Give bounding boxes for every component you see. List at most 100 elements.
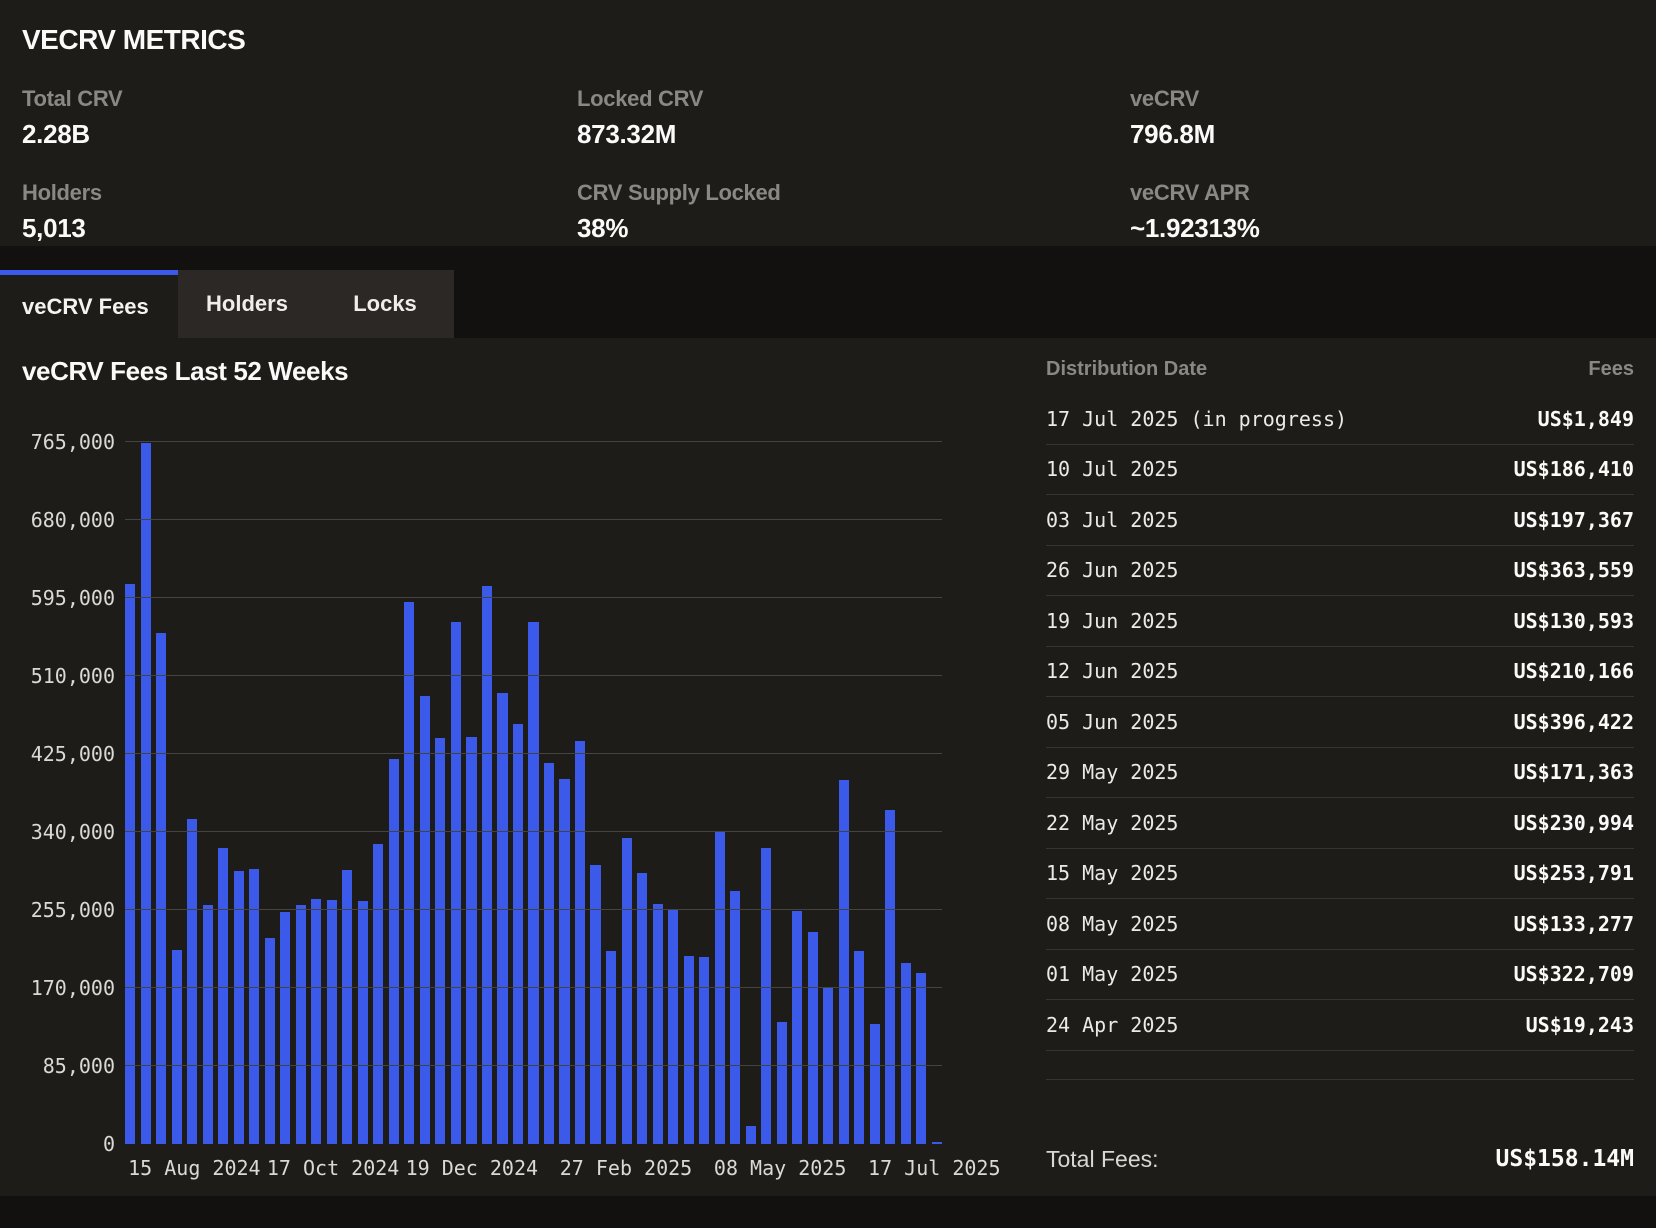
- metric-label: veCRV: [1130, 86, 1634, 112]
- table-row: 01 May 2025US$322,709: [1046, 950, 1634, 1001]
- table-row: 10 Jul 2025US$186,410: [1046, 445, 1634, 496]
- fees-bar-chart: 765,000680,000595,000510,000425,000340,0…: [22, 442, 1008, 1144]
- y-tick-label: 680,000: [31, 508, 115, 532]
- metric-value: 5,013: [22, 213, 577, 244]
- tab-holders[interactable]: Holders: [178, 270, 316, 338]
- gridline: [125, 909, 942, 910]
- footer-strip: [0, 1196, 1656, 1228]
- fee-bar[interactable]: [172, 950, 182, 1144]
- table-row: 17 Jul 2025 (in progress)US$1,849: [1046, 394, 1634, 445]
- distribution-date-cell: 01 May 2025: [1046, 962, 1178, 986]
- fee-bar[interactable]: [265, 938, 275, 1144]
- distribution-date-cell: 26 Jun 2025: [1046, 558, 1178, 582]
- metric-value: 873.32M: [577, 119, 1130, 150]
- gridline: [125, 441, 942, 442]
- metric-value: ~1.92313%: [1130, 213, 1634, 244]
- fee-bar[interactable]: [389, 759, 399, 1144]
- fee-bar[interactable]: [203, 905, 213, 1145]
- tab-locks[interactable]: Locks: [316, 270, 454, 338]
- fee-bar[interactable]: [901, 963, 911, 1144]
- fee-bar[interactable]: [187, 819, 197, 1144]
- fee-bar[interactable]: [730, 891, 740, 1144]
- fee-bar[interactable]: [746, 1126, 756, 1144]
- fee-bar[interactable]: [590, 865, 600, 1144]
- fee-value-cell: US$19,243: [1526, 1013, 1634, 1037]
- fee-bar[interactable]: [296, 905, 306, 1145]
- fee-bar[interactable]: [358, 901, 368, 1144]
- fee-bar[interactable]: [637, 873, 647, 1144]
- fee-bar[interactable]: [249, 869, 259, 1144]
- plot-area: [125, 442, 942, 1144]
- fee-bar[interactable]: [544, 763, 554, 1144]
- distribution-date-cell: 24 Apr 2025: [1046, 1013, 1178, 1037]
- tab-group: Holders Locks: [178, 270, 454, 338]
- gridline: [125, 753, 942, 754]
- y-tick-label: 510,000: [31, 664, 115, 688]
- column-header-distribution-date: Distribution Date: [1046, 358, 1207, 381]
- fee-bar[interactable]: [606, 951, 616, 1144]
- distribution-date-cell: 08 May 2025: [1046, 912, 1178, 936]
- fee-bar[interactable]: [482, 586, 492, 1144]
- fee-bar[interactable]: [622, 838, 632, 1144]
- fee-bar[interactable]: [668, 909, 678, 1144]
- x-tick-label: 15 Aug 2024: [128, 1156, 260, 1180]
- page-title: VECRV METRICS: [22, 24, 1634, 56]
- fee-bar[interactable]: [854, 951, 864, 1144]
- fee-bar[interactable]: [839, 780, 849, 1144]
- y-tick-label: 0: [103, 1132, 115, 1156]
- tabbar: veCRV Fees Holders Locks: [0, 246, 1656, 338]
- fee-bar[interactable]: [420, 696, 430, 1144]
- gridline: [125, 1065, 942, 1066]
- fee-bar[interactable]: [777, 1022, 787, 1144]
- fee-bar[interactable]: [327, 900, 337, 1144]
- distribution-date-cell: 05 Jun 2025: [1046, 710, 1178, 734]
- fee-bar[interactable]: [435, 738, 445, 1144]
- metric-label: Total CRV: [22, 86, 577, 112]
- metric-value: 38%: [577, 213, 1130, 244]
- fee-bar[interactable]: [792, 911, 802, 1144]
- fee-bar[interactable]: [373, 844, 383, 1144]
- fee-bar[interactable]: [280, 912, 290, 1144]
- fee-bar[interactable]: [311, 899, 321, 1144]
- fee-bar[interactable]: [342, 870, 352, 1144]
- chart-section: veCRV Fees Last 52 Weeks 765,000680,0005…: [0, 338, 1008, 1196]
- fee-bar[interactable]: [699, 957, 709, 1144]
- x-tick-label: 17 Jul 2025: [868, 1156, 1000, 1180]
- fee-bar[interactable]: [234, 871, 244, 1144]
- table-row: 26 Jun 2025 US$363,559: [1046, 546, 1634, 597]
- fee-bar[interactable]: [808, 932, 818, 1144]
- x-tick-label: 17 Oct 2024: [267, 1156, 399, 1180]
- metric-total-crv: Total CRV 2.28B: [22, 86, 577, 150]
- fee-value-cell: US$1,849: [1538, 407, 1634, 431]
- fee-bar[interactable]: [125, 584, 135, 1144]
- fee-bar[interactable]: [218, 848, 228, 1144]
- fee-bar[interactable]: [466, 737, 476, 1144]
- tab-vecrv-fees[interactable]: veCRV Fees: [0, 270, 178, 338]
- fee-bar[interactable]: [870, 1024, 880, 1144]
- fee-value-cell: US$253,791: [1514, 861, 1634, 885]
- fee-bar[interactable]: [885, 810, 895, 1144]
- fee-bar[interactable]: [497, 693, 507, 1144]
- fee-bar[interactable]: [156, 633, 166, 1144]
- fee-value-cell: US$171,363: [1514, 760, 1634, 784]
- fees-panel: Distribution Date Fees 17 Jul 2025 (in p…: [1046, 338, 1656, 1196]
- gridline: [125, 675, 942, 676]
- fee-value-cell: US$197,367: [1514, 508, 1634, 532]
- distribution-date-cell: 12 Jun 2025: [1046, 659, 1178, 683]
- metrics-section: VECRV METRICS Total CRV 2.28B Locked CRV…: [0, 0, 1656, 246]
- fee-bar[interactable]: [141, 443, 151, 1144]
- fee-value-cell: US$363,559: [1514, 558, 1634, 582]
- distribution-date-cell: 19 Jun 2025: [1046, 609, 1178, 633]
- fee-bar[interactable]: [559, 779, 569, 1144]
- fee-bar[interactable]: [575, 741, 585, 1144]
- y-tick-label: 170,000: [31, 976, 115, 1000]
- fee-bar[interactable]: [916, 973, 926, 1144]
- fee-bar[interactable]: [761, 848, 771, 1144]
- fee-bar[interactable]: [653, 904, 663, 1144]
- fee-bar[interactable]: [404, 602, 414, 1144]
- table-row: 19 Jun 2025US$130,593: [1046, 596, 1634, 647]
- x-tick-label: 19 Dec 2024: [406, 1156, 538, 1180]
- fee-bar[interactable]: [513, 724, 523, 1144]
- fee-bar[interactable]: [684, 956, 694, 1144]
- total-fees-label: Total Fees:: [1046, 1146, 1159, 1173]
